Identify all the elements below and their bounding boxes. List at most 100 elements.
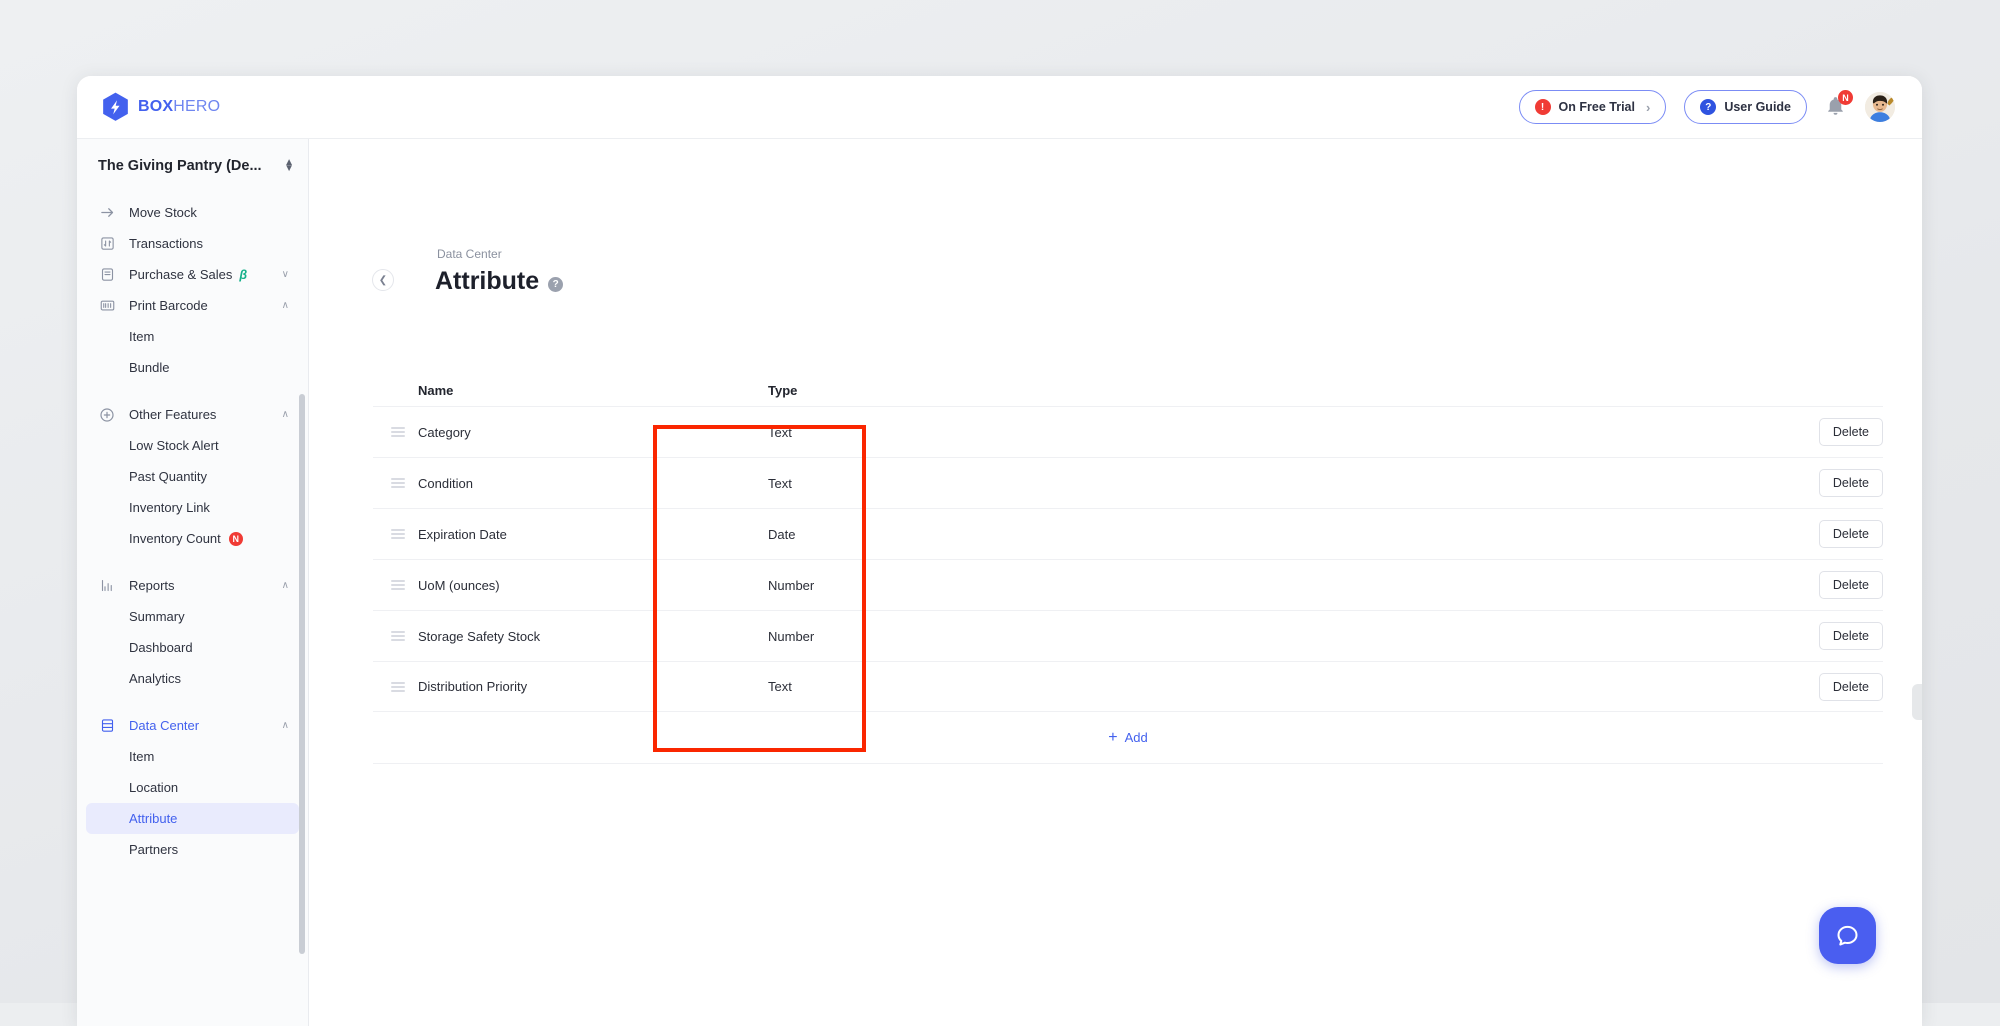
drag-handle-icon[interactable]: [391, 580, 405, 590]
sidebar-item-print-barcode[interactable]: Print Barcode ∧: [86, 290, 299, 321]
attribute-name[interactable]: Condition: [418, 476, 768, 491]
sidebar-scrollbar[interactable]: [299, 394, 305, 954]
attribute-type[interactable]: Number: [768, 578, 1753, 593]
add-attribute-label: Add: [1125, 730, 1148, 745]
right-edge-handle[interactable]: [1912, 684, 1922, 720]
sidebar-item-label: Transactions: [129, 236, 203, 251]
brand-logo[interactable]: BOXHERO: [102, 92, 220, 122]
sidebar-item-label: Item: [129, 329, 154, 344]
sidebar-item-dashboard[interactable]: Dashboard: [86, 632, 299, 663]
breadcrumb[interactable]: Data Center: [437, 247, 502, 261]
sidebar-item-item[interactable]: Item: [86, 321, 299, 352]
sidebar-item-bundle[interactable]: Bundle: [86, 352, 299, 383]
sidebar-item-past-quantity[interactable]: Past Quantity: [86, 461, 299, 492]
sidebar-item-transactions[interactable]: Transactions: [86, 228, 299, 259]
delete-button[interactable]: Delete: [1819, 469, 1883, 497]
drag-handle-icon[interactable]: [391, 427, 405, 437]
workspace-name: The Giving Pantry (De...: [98, 158, 262, 174]
row-handle-cell: [373, 631, 418, 641]
row-action-cell: Delete: [1753, 418, 1883, 446]
sidebar-item-inventory-link[interactable]: Inventory Link: [86, 492, 299, 523]
chevron-toggle-icon[interactable]: ∧: [282, 300, 289, 311]
attribute-name[interactable]: Expiration Date: [418, 527, 768, 542]
sidebar-item-summary[interactable]: Summary: [86, 601, 299, 632]
question-mark-icon: ?: [1700, 99, 1716, 115]
sidebar-item-location[interactable]: Location: [86, 772, 299, 803]
chevron-toggle-icon[interactable]: ∨: [282, 269, 289, 280]
help-icon[interactable]: ?: [548, 277, 563, 292]
row-handle-cell: [373, 427, 418, 437]
sidebar-collapse-button[interactable]: ❮: [372, 269, 394, 291]
attribute-type[interactable]: Number: [768, 629, 1753, 644]
row-action-cell: Delete: [1753, 571, 1883, 599]
notifications-button[interactable]: N: [1825, 95, 1847, 119]
page-title: Attribute: [435, 267, 539, 296]
chevron-right-icon: ›: [1646, 100, 1650, 115]
attribute-name[interactable]: Category: [418, 425, 768, 440]
sidebar-item-move-stock[interactable]: Move Stock: [86, 197, 299, 228]
chevron-toggle-icon[interactable]: ∧: [282, 720, 289, 731]
chat-bubble-icon: [1834, 922, 1861, 949]
arrow-right-icon: [98, 204, 116, 222]
sidebar-item-analytics[interactable]: Analytics: [86, 663, 299, 694]
chat-support-button[interactable]: [1819, 907, 1876, 964]
sidebar-item-purchase-sales[interactable]: Purchase & Salesβ∨: [86, 259, 299, 290]
table-header-row: Name Type: [373, 374, 1883, 406]
workspace-selector[interactable]: The Giving Pantry (De... ▲▼: [77, 139, 308, 193]
sidebar-item-reports[interactable]: Reports∧: [86, 570, 299, 601]
database-icon: [98, 717, 116, 735]
table-row: ConditionText Delete: [373, 457, 1883, 508]
attribute-type[interactable]: Text: [768, 425, 1753, 440]
sidebar-item-data-center[interactable]: Data Center ∧: [86, 710, 299, 741]
sidebar-item-partners[interactable]: Partners: [86, 834, 299, 865]
delete-button[interactable]: Delete: [1819, 520, 1883, 548]
drag-handle-icon[interactable]: [391, 478, 405, 488]
chevron-toggle-icon[interactable]: ∧: [282, 580, 289, 591]
sidebar-item-attribute[interactable]: Attribute: [86, 803, 299, 834]
delete-button[interactable]: Delete: [1819, 571, 1883, 599]
sidebar-item-other-features[interactable]: Other Features∧: [86, 399, 299, 430]
drag-handle-icon[interactable]: [391, 631, 405, 641]
attribute-name[interactable]: Distribution Priority: [418, 679, 768, 694]
sidebar-item-item[interactable]: Item: [86, 741, 299, 772]
document-icon: [98, 266, 116, 284]
brand-name: BOXHERO: [138, 98, 220, 116]
attribute-type[interactable]: Text: [768, 476, 1753, 491]
row-action-cell: Delete: [1753, 520, 1883, 548]
drag-handle-icon[interactable]: [391, 682, 405, 692]
chevron-toggle-icon[interactable]: ∧: [282, 409, 289, 420]
row-handle-cell: [373, 682, 418, 692]
table-body: CategoryTextDeleteConditionTextDeleteExp…: [373, 406, 1883, 712]
sidebar-item-label: Move Stock: [129, 205, 197, 220]
sidebar-item-label: Data Center: [129, 718, 199, 733]
column-header-name: Name: [418, 383, 768, 398]
sidebar-item-label: Dashboard: [129, 640, 193, 655]
delete-button[interactable]: Delete: [1819, 418, 1883, 446]
chevron-left-icon: ❮: [379, 275, 387, 286]
sidebar-item-label: Low Stock Alert: [129, 438, 219, 453]
delete-button[interactable]: Delete: [1819, 673, 1883, 701]
sidebar-item-inventory-count[interactable]: Inventory CountN: [86, 523, 299, 554]
sidebar-item-label: Print Barcode: [129, 298, 208, 313]
add-attribute-button[interactable]: + Add: [373, 712, 1883, 764]
free-trial-button[interactable]: ! On Free Trial ›: [1519, 90, 1667, 124]
attribute-name[interactable]: UoM (ounces): [418, 578, 768, 593]
sidebar-item-label: Summary: [129, 609, 185, 624]
sidebar-item-low-stock-alert[interactable]: Low Stock Alert: [86, 430, 299, 461]
table-row: UoM (ounces)Number Delete: [373, 559, 1883, 610]
user-guide-button[interactable]: ? User Guide: [1684, 90, 1807, 124]
attribute-name[interactable]: Storage Safety Stock: [418, 629, 768, 644]
delete-button[interactable]: Delete: [1819, 622, 1883, 650]
drag-handle-icon[interactable]: [391, 529, 405, 539]
plus-circle-icon: [98, 406, 116, 424]
attribute-type[interactable]: Text: [768, 679, 1753, 694]
sidebar-group-gap: [77, 383, 308, 399]
sidebar-item-label: Purchase & Sales: [129, 267, 232, 282]
free-trial-label: On Free Trial: [1559, 100, 1635, 114]
attribute-type[interactable]: Date: [768, 527, 1753, 542]
avatar[interactable]: [1865, 92, 1895, 122]
user-guide-label: User Guide: [1724, 100, 1791, 114]
page-header: Attribute ?: [435, 267, 563, 296]
plus-icon: +: [1108, 730, 1117, 746]
main-content: Data Center Attribute ? Name Type Catego…: [309, 139, 1922, 1026]
